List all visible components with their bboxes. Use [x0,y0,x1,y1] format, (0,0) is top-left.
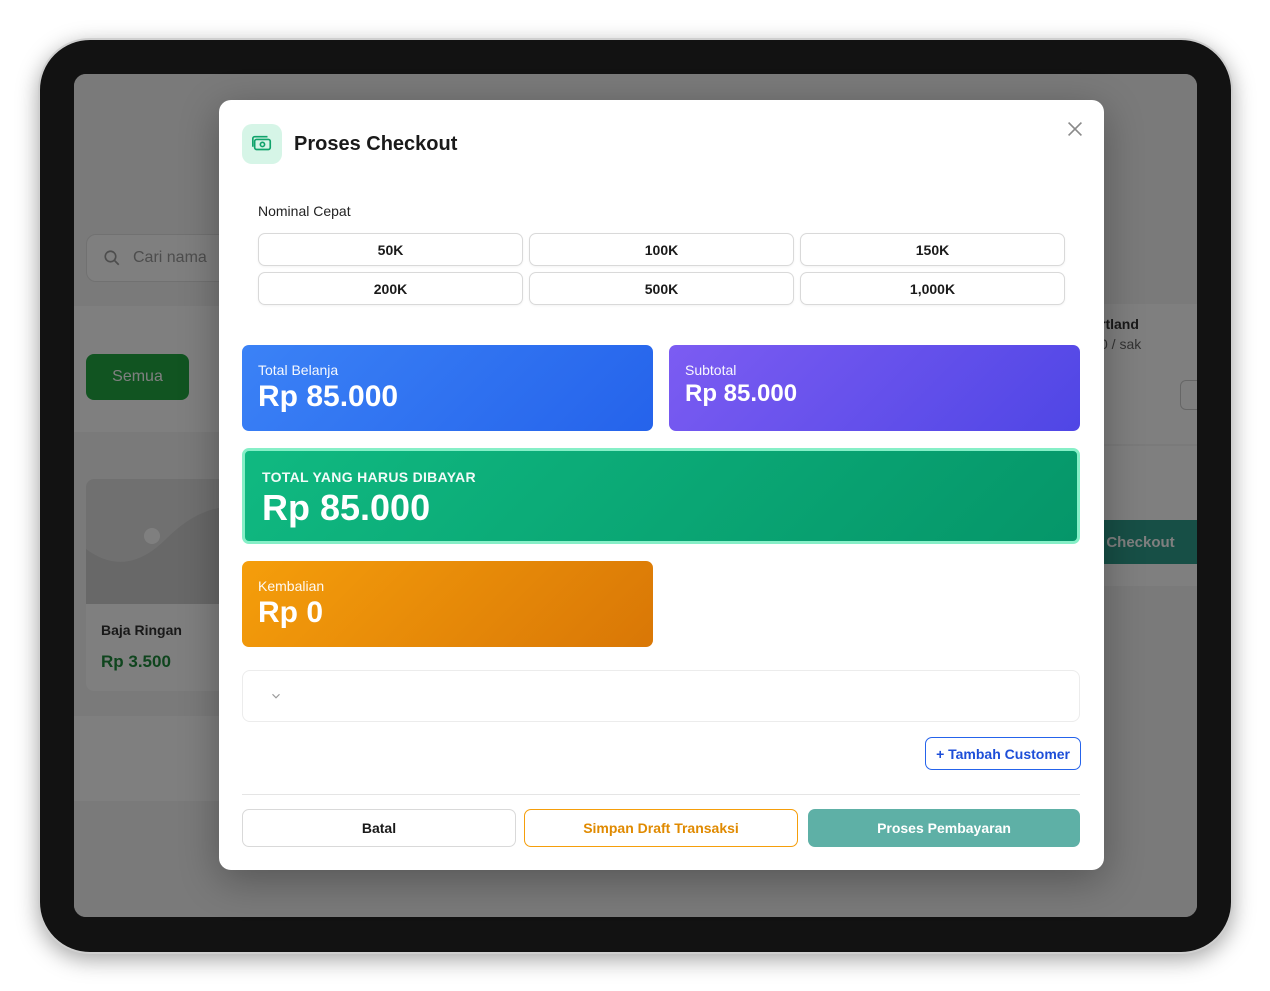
process-payment-button[interactable]: Proses Pembayaran [808,809,1080,847]
footer-divider [242,794,1080,795]
quick-amount-button[interactable]: 200K [258,272,523,305]
quick-amount-button[interactable]: 100K [529,233,794,266]
subtotal-card: Subtotal Rp 85.000 [669,345,1080,431]
amount-due-value: Rp 85.000 [262,487,431,528]
subtotal-label: Subtotal [685,362,737,378]
quick-amount-label: Nominal Cepat [258,203,351,219]
change-value: Rp 0 [258,596,324,629]
close-icon[interactable] [1064,118,1086,140]
change-label: Kembalian [258,578,325,594]
quick-amount-grid: 50K 100K 150K 200K 500K 1,000K [258,233,1065,305]
change-card: Kembalian Rp 0 [242,561,653,647]
quick-amount-button[interactable]: 1,000K [800,272,1065,305]
modal-header: Proses Checkout [242,124,457,164]
chevron-down-icon [272,693,280,699]
customer-select[interactable] [242,670,1080,722]
save-draft-button[interactable]: Simpan Draft Transaksi [524,809,798,847]
quick-amount-button[interactable]: 50K [258,233,523,266]
cash-icon [242,124,282,164]
total-belanja-card: Total Belanja Rp 85.000 [242,345,653,431]
amount-due-label: TOTAL YANG HARUS DIBAYAR [262,469,476,485]
cancel-button[interactable]: Batal [242,809,516,847]
total-belanja-label: Total Belanja [258,362,339,378]
total-belanja-value: Rp 85.000 [258,380,399,413]
quick-amount-button[interactable]: 500K [529,272,794,305]
checkout-modal: Proses Checkout Nominal Cepat 50K 100K 1… [219,100,1104,870]
add-customer-button[interactable]: + Tambah Customer [925,737,1081,770]
quick-amount-button[interactable]: 150K [800,233,1065,266]
subtotal-value: Rp 85.000 [685,380,798,407]
amount-due-card: TOTAL YANG HARUS DIBAYAR Rp 85.000 [242,448,1080,544]
modal-title: Proses Checkout [294,132,458,155]
